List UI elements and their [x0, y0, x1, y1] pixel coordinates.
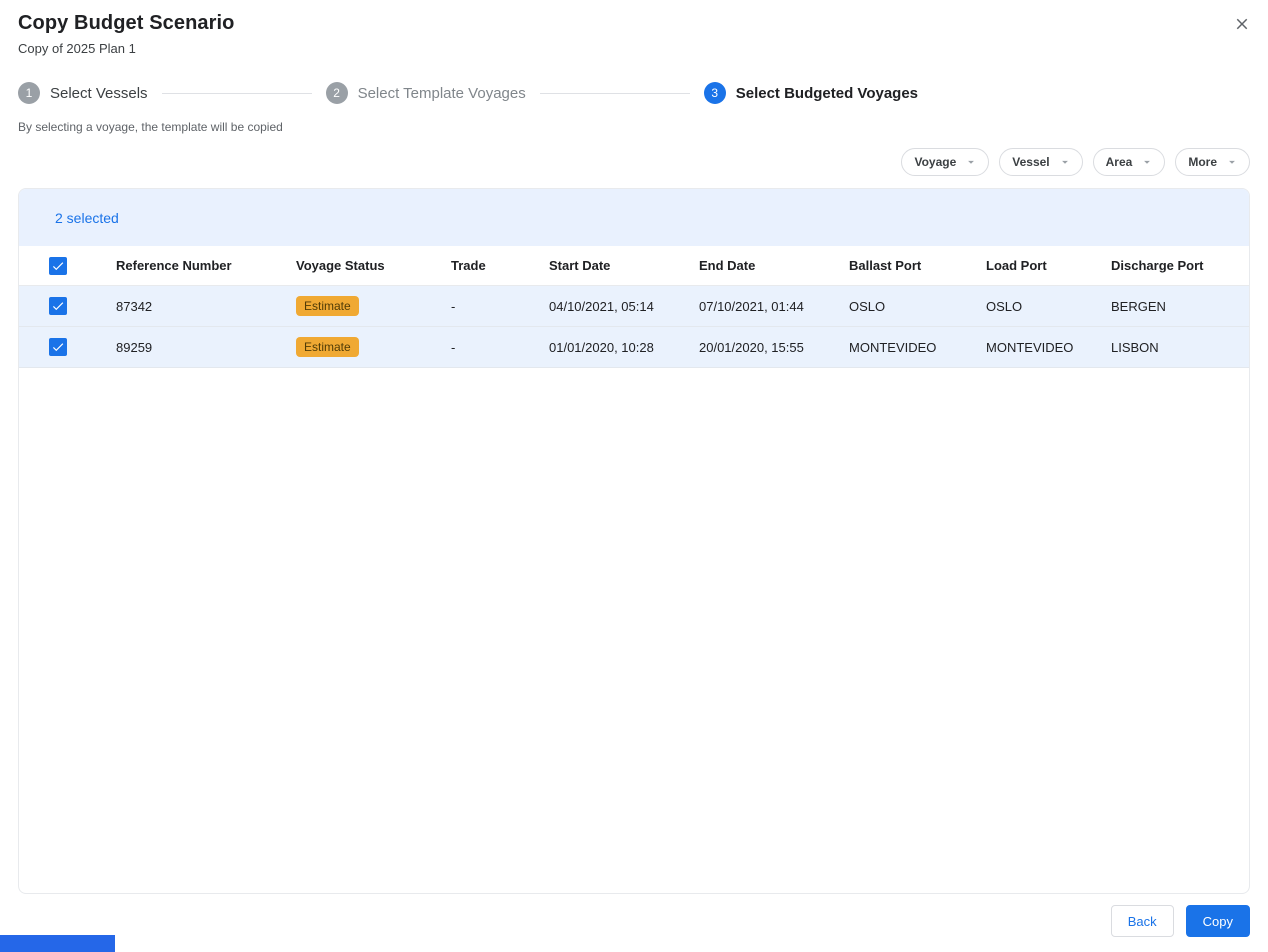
step-1-circle: 1 — [18, 82, 40, 104]
table-header-row: Reference Number Voyage Status Trade Sta… — [19, 246, 1249, 286]
dialog-footer: Back Copy — [0, 894, 1268, 937]
close-button[interactable] — [1230, 12, 1254, 36]
column-header-ballast-port: Ballast Port — [849, 258, 922, 273]
step-1-label: Select Vessels — [50, 84, 148, 102]
cell-discharge-port: BERGEN — [1111, 298, 1166, 314]
filter-vessel[interactable]: Vessel — [999, 148, 1083, 176]
column-header-reference-number: Reference Number — [116, 258, 232, 273]
selection-summary: 2 selected — [55, 209, 119, 226]
cell-load-port: OSLO — [986, 298, 1023, 314]
cell-ballast-port: OSLO — [849, 298, 886, 314]
cell-reference-number: 89259 — [116, 339, 153, 355]
cell-reference-number: 87342 — [116, 298, 153, 314]
step-2-circle: 2 — [325, 82, 348, 104]
chevron-down-icon — [1058, 155, 1072, 169]
step-3-label: Select Budgeted Voyages — [735, 84, 919, 102]
check-icon — [51, 340, 65, 354]
helper-text: By selecting a voyage, the template will… — [18, 120, 283, 134]
step-connector — [161, 92, 312, 94]
filter-more[interactable]: More — [1175, 148, 1250, 176]
column-header-load-port: Load Port — [986, 258, 1047, 273]
filter-voyage[interactable]: Voyage — [901, 148, 990, 176]
cell-trade: - — [451, 339, 456, 355]
cell-end-date: 20/01/2020, 15:55 — [699, 339, 804, 355]
chevron-down-icon — [964, 155, 978, 169]
chevron-down-icon — [1225, 155, 1239, 169]
voyages-table-panel: 2 selected Reference Number Voyage Statu… — [18, 188, 1250, 894]
filter-voyage-label: Voyage — [914, 155, 957, 169]
step-3-circle: 3 — [703, 82, 726, 104]
copy-button[interactable]: Copy — [1185, 905, 1250, 937]
step-connector — [539, 92, 690, 94]
filter-row: Voyage Vessel Area More — [0, 148, 1268, 176]
selection-summary-bar: 2 selected — [19, 189, 1249, 246]
filter-more-label: More — [1188, 155, 1217, 169]
row-checkbox[interactable] — [49, 297, 67, 315]
cell-start-date: 01/01/2020, 10:28 — [549, 339, 654, 355]
step-select-budgeted-voyages[interactable]: 3 Select Budgeted Voyages — [703, 82, 919, 104]
select-all-checkbox[interactable] — [49, 256, 67, 275]
chevron-down-icon — [1140, 155, 1154, 169]
close-icon — [1233, 15, 1251, 33]
copy-budget-scenario-dialog: Copy Budget Scenario Copy of 2025 Plan 1… — [0, 0, 1268, 952]
column-header-voyage-status: Voyage Status — [296, 258, 385, 273]
column-header-discharge-port: Discharge Port — [1111, 258, 1204, 273]
background-page-strip — [0, 935, 115, 952]
column-header-end-date: End Date — [699, 258, 756, 273]
check-icon — [51, 299, 65, 313]
check-icon — [51, 259, 65, 273]
back-button[interactable]: Back — [1110, 905, 1174, 937]
status-badge: Estimate — [296, 337, 359, 357]
dialog-title: Copy Budget Scenario — [18, 12, 235, 34]
cell-start-date: 04/10/2021, 05:14 — [549, 298, 654, 314]
table-row[interactable]: 89259 Estimate - 01/01/2020, 10:28 20/01… — [19, 327, 1249, 368]
filter-vessel-label: Vessel — [1012, 155, 1050, 169]
status-badge: Estimate — [296, 296, 359, 316]
column-header-start-date: Start Date — [549, 258, 611, 273]
row-checkbox[interactable] — [49, 338, 67, 356]
step-select-vessels[interactable]: 1 Select Vessels — [18, 82, 148, 104]
dialog-subtitle: Copy of 2025 Plan 1 — [18, 41, 136, 56]
cell-load-port: MONTEVIDEO — [986, 339, 1074, 355]
dialog-header: Copy Budget Scenario Copy of 2025 Plan 1 — [0, 0, 1268, 56]
filter-area-label: Area — [1105, 155, 1133, 169]
stepper: 1 Select Vessels 2 Select Template Voyag… — [0, 82, 1268, 104]
cell-end-date: 07/10/2021, 01:44 — [699, 298, 804, 314]
step-select-template-voyages[interactable]: 2 Select Template Voyages — [325, 82, 526, 104]
cell-discharge-port: LISBON — [1111, 339, 1159, 355]
filter-area[interactable]: Area — [1092, 148, 1166, 176]
table-row[interactable]: 87342 Estimate - 04/10/2021, 05:14 07/10… — [19, 286, 1249, 327]
column-header-trade: Trade — [451, 258, 486, 273]
cell-ballast-port: MONTEVIDEO — [849, 339, 937, 355]
cell-trade: - — [451, 298, 456, 314]
step-2-label: Select Template Voyages — [357, 84, 526, 102]
